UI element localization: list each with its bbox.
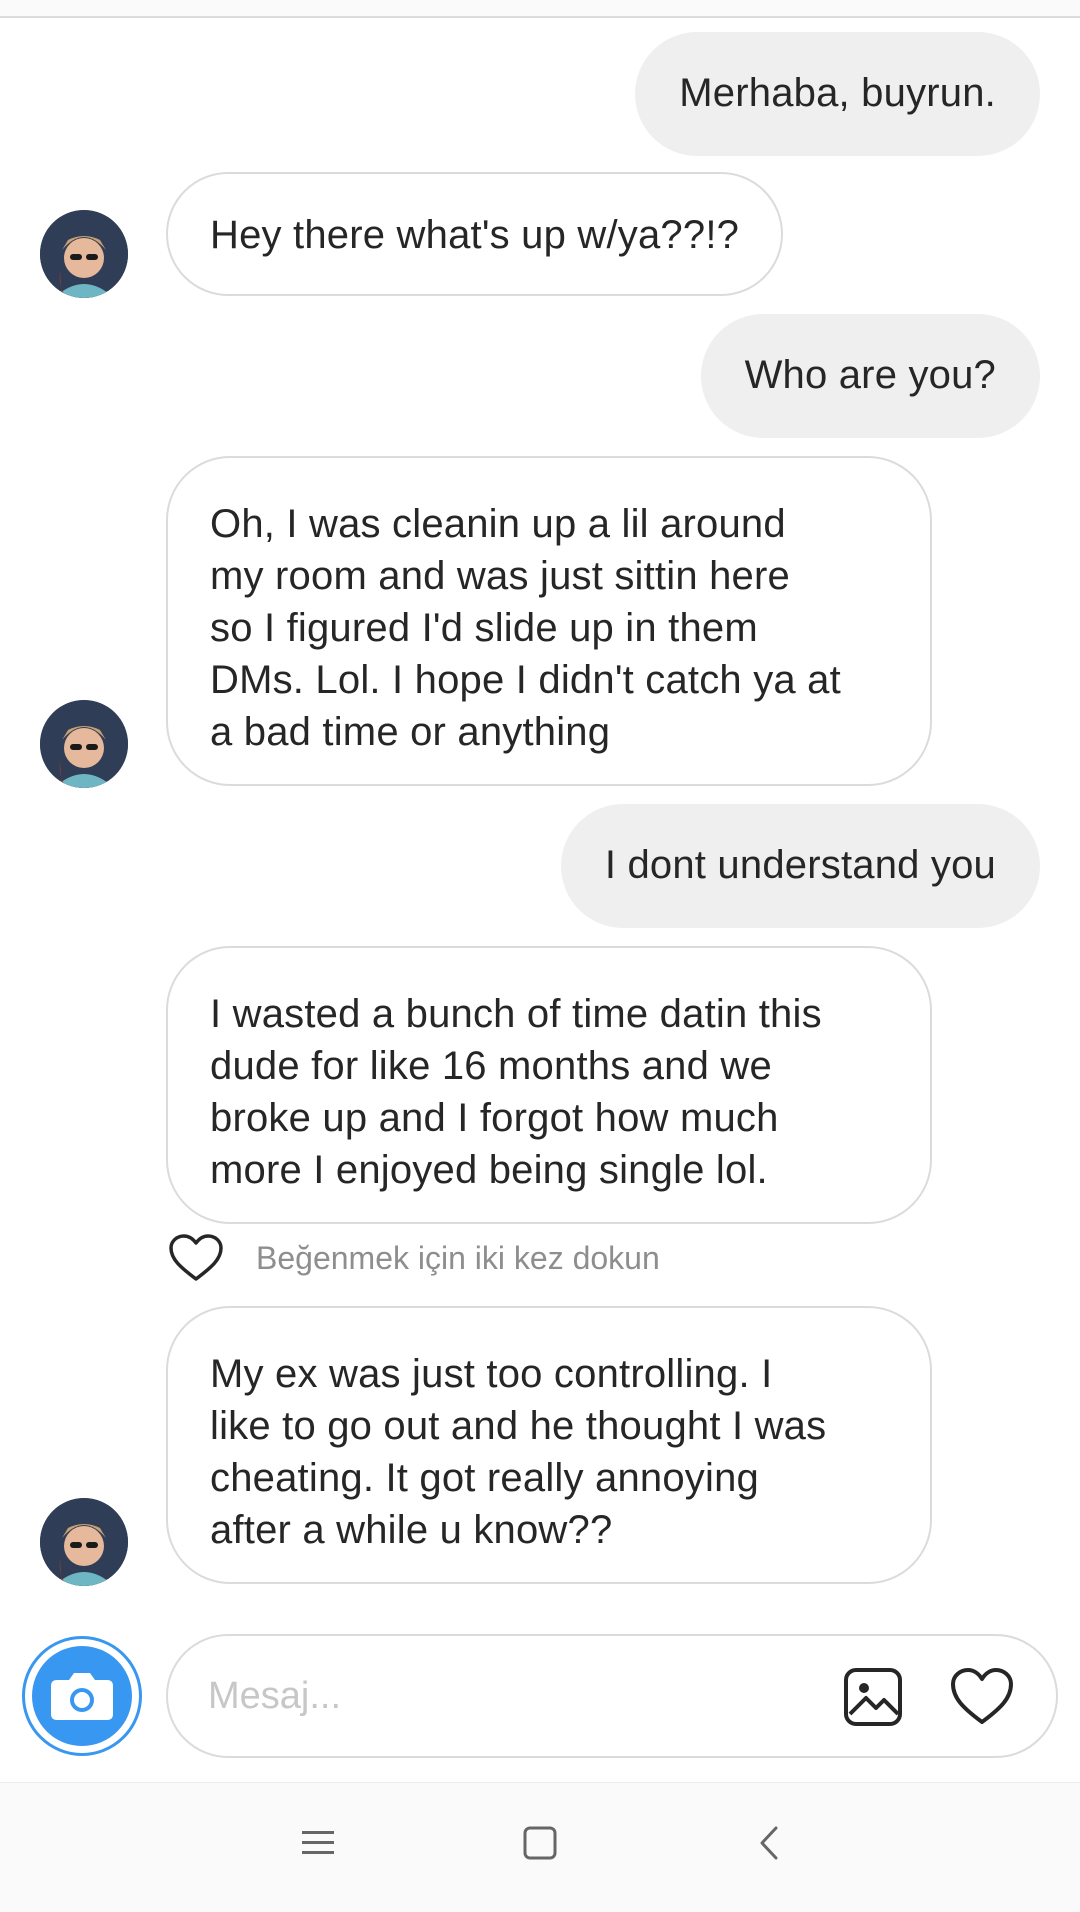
top-bar-edge bbox=[0, 0, 1080, 18]
heart-icon[interactable] bbox=[948, 1666, 1016, 1728]
message-outgoing[interactable]: Who are you? bbox=[700, 314, 1040, 438]
menu-icon[interactable] bbox=[300, 1825, 336, 1861]
message-line: like to go out and he thought I was bbox=[210, 1404, 827, 1448]
message-incoming[interactable]: I wasted a bunch of time datin this dude… bbox=[166, 946, 932, 1224]
message-line: more I enjoyed being single lol. bbox=[210, 1148, 768, 1192]
message-line: my room and was just sittin here bbox=[210, 554, 790, 598]
message-composer[interactable] bbox=[166, 1634, 1058, 1758]
message-text: Merhaba, buyrun. bbox=[679, 71, 996, 115]
message-line: My ex was just too controlling. I bbox=[210, 1352, 773, 1396]
avatar-photo bbox=[40, 210, 128, 298]
camera-icon bbox=[51, 1673, 113, 1720]
double-tap-like-hint[interactable]: Beğenmek için iki kez dokun bbox=[168, 1232, 660, 1284]
image-icon[interactable] bbox=[842, 1666, 904, 1728]
camera-button-fill bbox=[32, 1646, 132, 1746]
message-line: so I figured I'd slide up in them bbox=[210, 606, 758, 650]
back-chevron-icon[interactable] bbox=[752, 1825, 788, 1861]
message-text: Who are you? bbox=[744, 353, 996, 397]
message-line: after a while u know?? bbox=[210, 1508, 613, 1552]
avatar[interactable] bbox=[40, 210, 128, 298]
message-outgoing[interactable]: Merhaba, buyrun. bbox=[635, 32, 1040, 156]
message-incoming[interactable]: Oh, I was cleanin up a lil around my roo… bbox=[166, 456, 932, 786]
message-text: Hey there what's up w/ya??!? bbox=[210, 213, 740, 257]
avatar-photo bbox=[40, 700, 128, 788]
message-line: I wasted a bunch of time datin this bbox=[210, 992, 822, 1036]
avatar[interactable] bbox=[40, 1498, 128, 1586]
message-incoming[interactable]: Hey there what's up w/ya??!? bbox=[166, 172, 784, 296]
message-line: dude for like 16 months and we bbox=[210, 1044, 772, 1088]
square-icon[interactable] bbox=[522, 1825, 558, 1861]
message-input[interactable] bbox=[208, 1666, 788, 1726]
heart-icon[interactable] bbox=[168, 1233, 224, 1283]
message-incoming[interactable]: My ex was just too controlling. I like t… bbox=[166, 1306, 932, 1584]
message-text: I dont understand you bbox=[604, 843, 996, 887]
camera-button[interactable] bbox=[22, 1636, 142, 1756]
message-line: DMs. Lol. I hope I didn't catch ya at bbox=[210, 658, 841, 702]
avatar-photo bbox=[40, 1498, 128, 1586]
like-hint-text: Beğenmek için iki kez dokun bbox=[256, 1239, 660, 1276]
avatar[interactable] bbox=[40, 700, 128, 788]
message-line: a bad time or anything bbox=[210, 710, 611, 754]
system-nav-bar bbox=[0, 1782, 1080, 1912]
message-line: Oh, I was cleanin up a lil around bbox=[210, 502, 786, 546]
message-line: broke up and I forgot how much bbox=[210, 1096, 779, 1140]
message-line: cheating. It got really annoying bbox=[210, 1456, 759, 1500]
message-outgoing[interactable]: I dont understand you bbox=[560, 804, 1040, 928]
